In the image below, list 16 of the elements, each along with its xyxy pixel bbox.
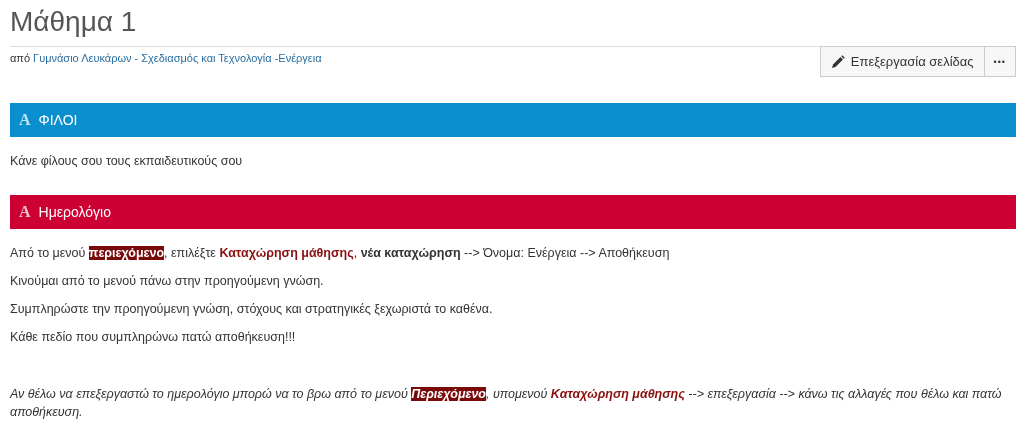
section-title: ΦΙΛΟΙ xyxy=(38,112,78,128)
byline-link[interactable]: Γυμνάσιο Λευκάρων - Σχεδιασμός και Τεχνολογία -Ενέργεια xyxy=(33,52,322,64)
more-button[interactable]: ••• xyxy=(984,46,1016,77)
paragraph: Κάθε πεδίο που συμπληρώνω πατώ αποθήκευση!!! xyxy=(10,329,297,345)
paragraph: Αν θέλω να επεξεργαστώ το ημερολόγιο μπορώ να το βρω από το μενού Περιεχόμενο, υπομενού Καταχώρηση μάθησης --> επεξεργασία --> κάνω τις αλλαγές που θέλω και πατώ αποθήκευση. xyxy=(10,386,1003,421)
paragraph: Συμπληρώστε την προηγούμενη γνώση, στόχους και στρατηγικές ξεχωριστά το καθένα. xyxy=(10,301,494,317)
section-title: Ημερολόγιο xyxy=(38,204,111,220)
paragraph: Από το μενού περιεχόμενο, επιλέξτε Καταχώρηση μάθησης, νέα καταχώρηση --> Όνομα: Ενέργεια --> Αποθήκευση xyxy=(10,245,671,261)
paragraph: Κάνε φίλους σου τους εκπαιδευτικούς σου xyxy=(10,153,244,169)
font-icon: A xyxy=(19,111,31,129)
byline-label: από xyxy=(10,52,31,64)
pencil-icon xyxy=(830,54,845,69)
edit-page-button[interactable]: Επεξεργασία σελίδας xyxy=(819,46,985,77)
page-title: Μάθημα 1 xyxy=(10,5,137,39)
paragraph: Κινούμαι από το μενού πάνω στην προηγούμενη γνώση. xyxy=(10,273,325,289)
font-icon: A xyxy=(19,203,31,221)
